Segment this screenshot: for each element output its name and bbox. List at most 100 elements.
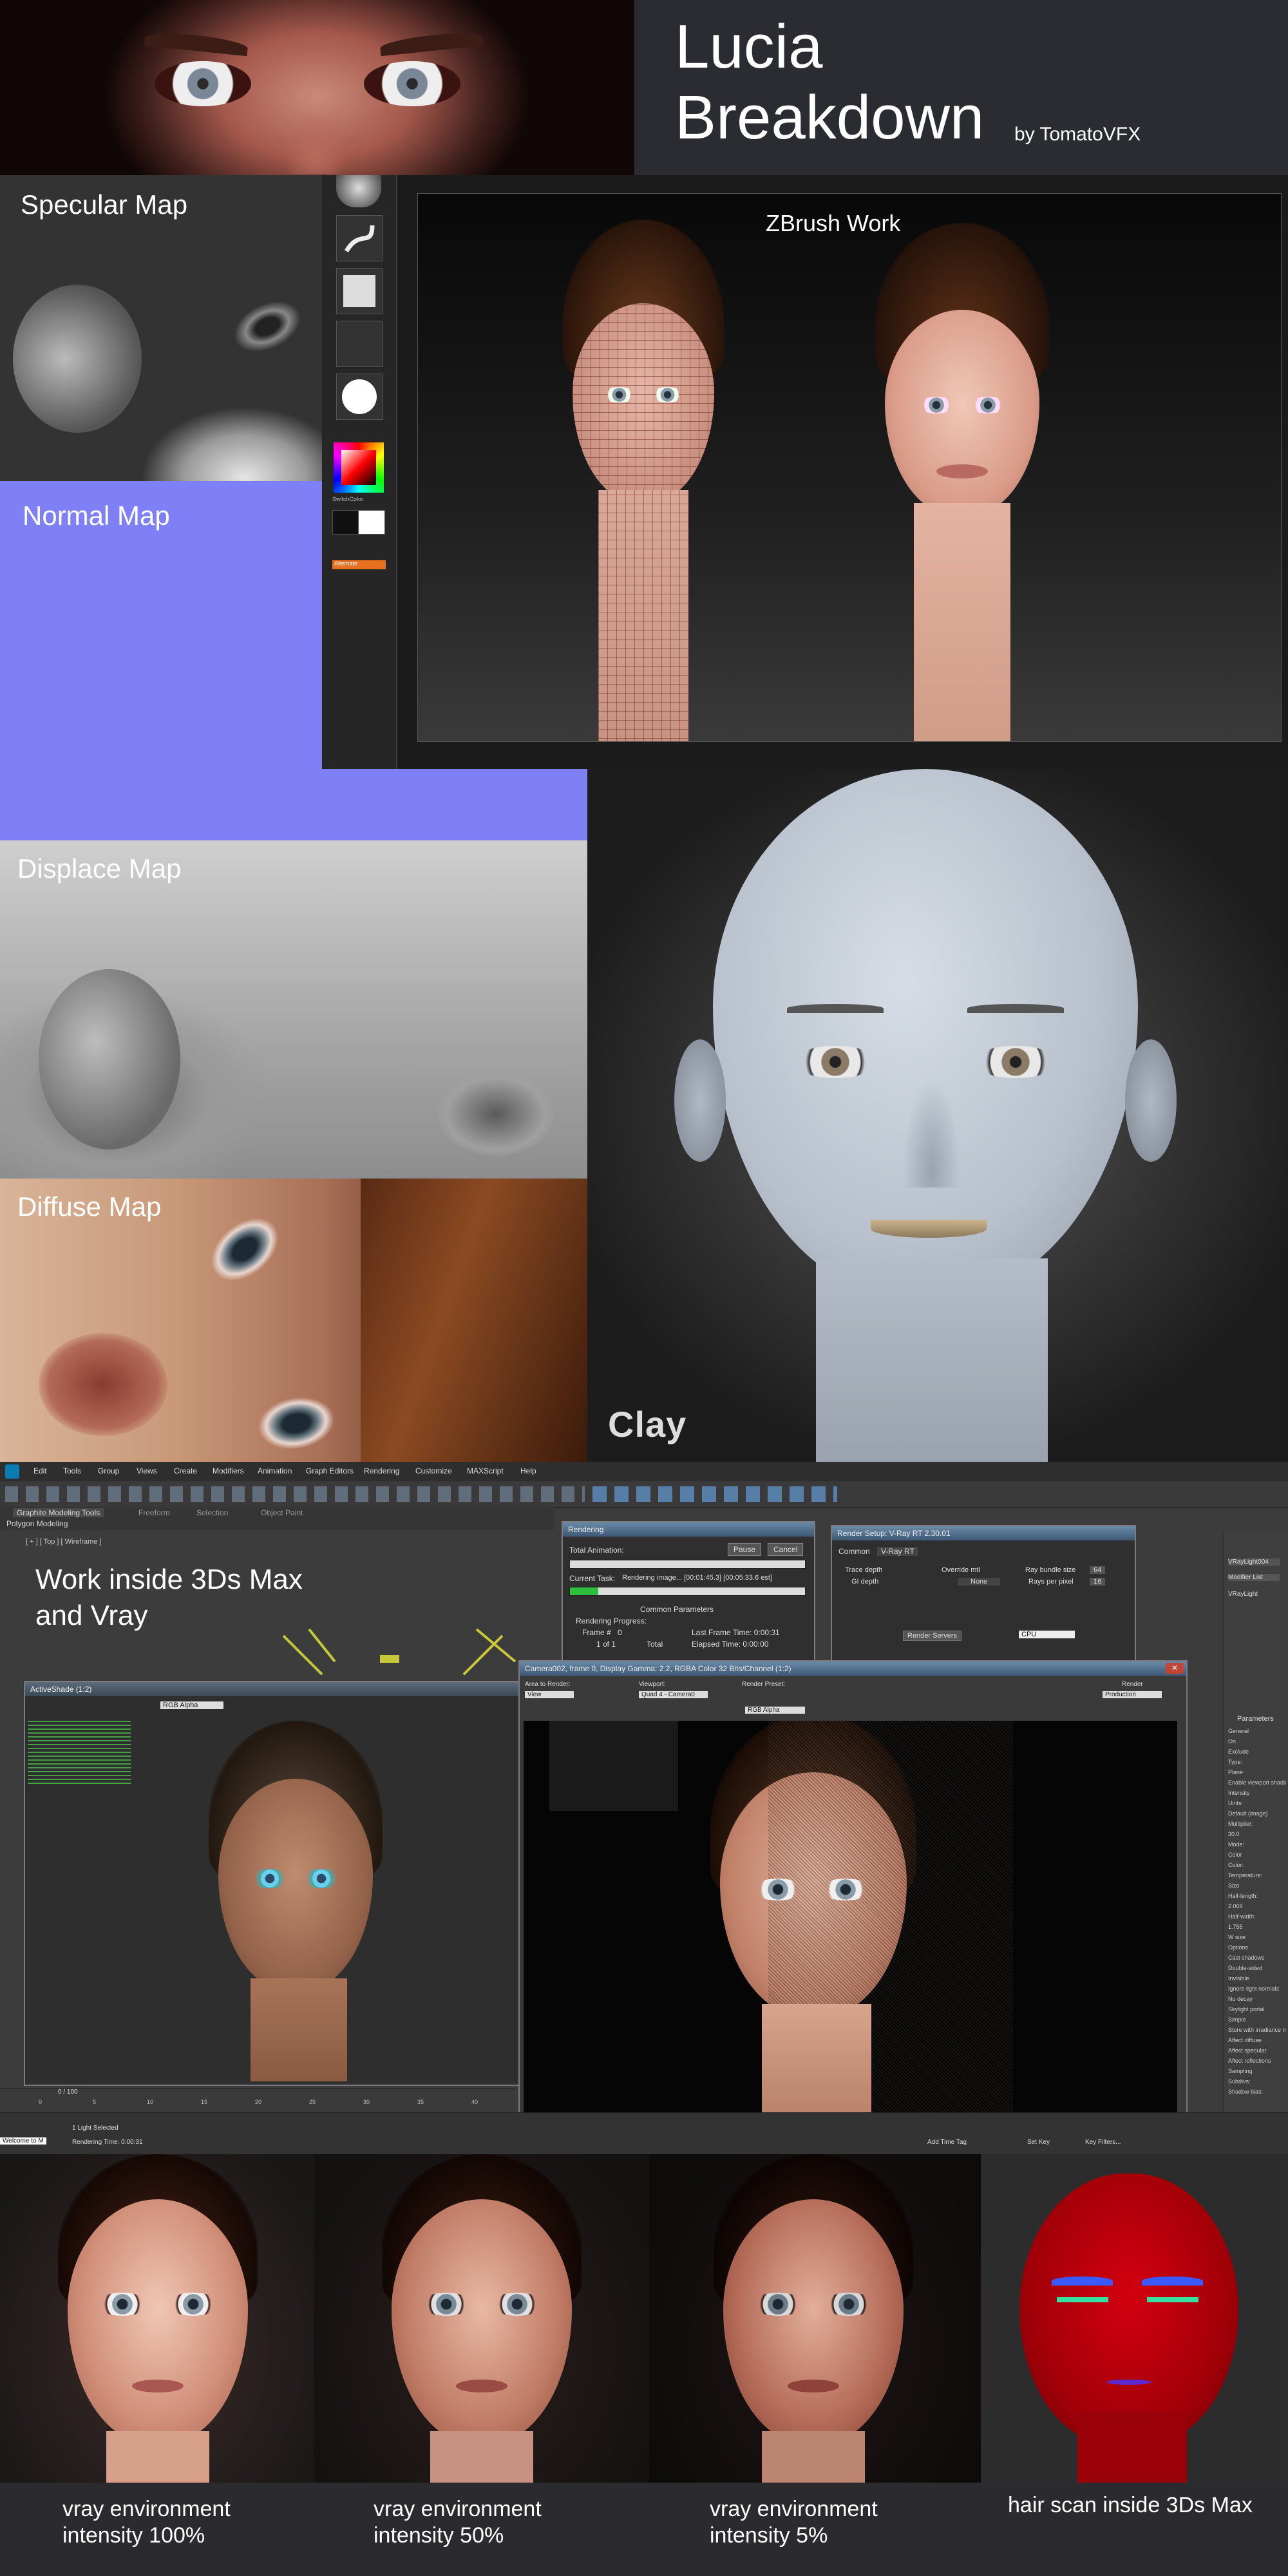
- param-item[interactable]: Color: [1228, 1850, 1286, 1860]
- color-picker[interactable]: [334, 442, 384, 493]
- menu-animation[interactable]: Animation: [258, 1466, 292, 1475]
- param-item[interactable]: Affect specular: [1228, 2045, 1286, 2056]
- param-item[interactable]: Affect reflections: [1228, 2056, 1286, 2066]
- param-item[interactable]: Options: [1228, 1942, 1286, 1953]
- stroke-icon[interactable]: [336, 215, 383, 261]
- ribbon-polygon-modeling[interactable]: Polygon Modeling: [6, 1519, 68, 1528]
- render-canvas[interactable]: [524, 1721, 1177, 2115]
- param-item[interactable]: Store with irradiance map: [1228, 2025, 1286, 2035]
- param-item[interactable]: Mode:: [1228, 1839, 1286, 1850]
- param-item[interactable]: Ignore light normals: [1228, 1984, 1286, 1994]
- menu-group[interactable]: Group: [98, 1466, 119, 1475]
- material-icon[interactable]: [336, 374, 383, 420]
- param-item[interactable]: Plane: [1228, 1767, 1286, 1777]
- param-item[interactable]: 1.755: [1228, 1922, 1286, 1932]
- fb-channel-dropdown[interactable]: RGB Alpha: [745, 1707, 806, 1714]
- menu-create[interactable]: Create: [174, 1466, 197, 1475]
- parameters-header[interactable]: Parameters: [1237, 1715, 1274, 1723]
- menu-rendering[interactable]: Rendering: [364, 1466, 399, 1475]
- pause-button[interactable]: Pause: [728, 1543, 762, 1556]
- cancel-button[interactable]: Cancel: [768, 1543, 804, 1556]
- timeline-ticks: 0 5 10 15 20 25 30 35 40: [0, 2098, 515, 2110]
- menu-tools[interactable]: Tools: [63, 1466, 81, 1475]
- param-item[interactable]: Intensity: [1228, 1788, 1286, 1798]
- scan-mouth: [1106, 2380, 1151, 2385]
- param-item[interactable]: Half-width:: [1228, 1911, 1286, 1922]
- ribbon-tab-freeform[interactable]: Freeform: [138, 1508, 170, 1517]
- menu-help[interactable]: Help: [520, 1466, 536, 1475]
- param-item[interactable]: Multiplier:: [1228, 1819, 1286, 1829]
- activeshade-channel-dropdown[interactable]: RGB Alpha: [160, 1701, 224, 1709]
- activeshade-neck: [251, 1978, 347, 2081]
- alpha-icon[interactable]: [336, 268, 383, 314]
- viewport-dropdown[interactable]: Quad 4 - Camera0: [639, 1691, 708, 1698]
- rays-pixel-value[interactable]: 16: [1090, 1578, 1106, 1586]
- modifier-list-dropdown[interactable]: Modifier List: [1228, 1574, 1280, 1581]
- param-item[interactable]: General: [1228, 1726, 1286, 1736]
- param-item[interactable]: Cast shadows: [1228, 1953, 1286, 1963]
- param-item[interactable]: Shadow bias:: [1228, 2087, 1286, 2097]
- render-servers-button[interactable]: Render Servers: [903, 1631, 962, 1641]
- override-mtl-none[interactable]: None: [958, 1578, 1001, 1586]
- param-item[interactable]: 30.0: [1228, 1829, 1286, 1839]
- add-time-tag[interactable]: Add Time Tag: [927, 2139, 967, 2146]
- frame-buffer-close-icon[interactable]: ✕: [1166, 1663, 1184, 1674]
- menu-views[interactable]: Views: [137, 1466, 157, 1475]
- param-item[interactable]: Default (image): [1228, 1808, 1286, 1819]
- timeline[interactable]: 0 / 100 0 5 10 15 20 25 30 35 40: [0, 2088, 515, 2113]
- param-item[interactable]: Sampling: [1228, 2066, 1286, 2076]
- param-item[interactable]: Color:: [1228, 1860, 1286, 1870]
- engine-type-value[interactable]: CPU: [1019, 1631, 1075, 1638]
- texture-icon[interactable]: [336, 321, 383, 367]
- override-mtl-checkbox[interactable]: Override mtl: [942, 1566, 980, 1574]
- param-item[interactable]: Type:: [1228, 1757, 1286, 1767]
- param-item[interactable]: Enable viewport shading: [1228, 1777, 1286, 1788]
- diffuse-hair: [361, 1179, 587, 1462]
- zbrush-viewport[interactable]: ZBrush Work: [417, 193, 1282, 742]
- vraylight-stack-item[interactable]: VRayLight: [1228, 1591, 1258, 1598]
- setup-tab-vray-rt[interactable]: V-Ray RT: [877, 1547, 918, 1556]
- toolbar-icon-strip-2[interactable]: [592, 1486, 837, 1502]
- param-item[interactable]: W size: [1228, 1932, 1286, 1942]
- secondary-swatch[interactable]: [358, 510, 385, 535]
- param-item[interactable]: Half-length:: [1228, 1891, 1286, 1901]
- ribbon-tab-object-paint[interactable]: Object Paint: [261, 1508, 303, 1517]
- param-item[interactable]: Skylight portal: [1228, 2004, 1286, 2014]
- menu-graph-editors[interactable]: Graph Editors: [306, 1466, 354, 1475]
- max-app-icon[interactable]: [5, 1464, 19, 1479]
- maxscript-listener[interactable]: Welcome to M: [0, 2137, 46, 2145]
- viewport-label[interactable]: [ + ] [ Top ] [ Wireframe ]: [26, 1538, 101, 1546]
- param-item[interactable]: Exclude: [1228, 1747, 1286, 1757]
- scan-lash-left: [1057, 2297, 1108, 2302]
- object-name-field[interactable]: VRayLight004: [1228, 1558, 1280, 1566]
- area-to-render-dropdown[interactable]: View: [525, 1691, 574, 1698]
- param-item[interactable]: Double-sided: [1228, 1963, 1286, 1973]
- render-button[interactable]: Render: [1122, 1681, 1143, 1688]
- param-item[interactable]: Simple: [1228, 2014, 1286, 2025]
- production-dropdown[interactable]: Production: [1103, 1691, 1162, 1698]
- brush-icon[interactable]: [336, 175, 381, 207]
- alternate-button[interactable]: Alternate: [332, 560, 386, 569]
- menu-customize[interactable]: Customize: [415, 1466, 452, 1475]
- ribbon-tab-selection[interactable]: Selection: [196, 1508, 228, 1517]
- param-item[interactable]: Units:: [1228, 1798, 1286, 1808]
- set-key-button[interactable]: Set Key: [1027, 2139, 1050, 2146]
- param-item[interactable]: Subdivs:: [1228, 2076, 1286, 2087]
- menu-maxscript[interactable]: MAXScript: [467, 1466, 504, 1475]
- param-item[interactable]: 2.069: [1228, 1901, 1286, 1911]
- toolbar-icon-strip[interactable]: [5, 1486, 585, 1502]
- ray-bundle-value[interactable]: 64: [1090, 1566, 1106, 1574]
- param-item[interactable]: Temperature:: [1228, 1870, 1286, 1880]
- menu-edit[interactable]: Edit: [33, 1466, 47, 1475]
- param-item[interactable]: Invisible: [1228, 1973, 1286, 1984]
- ribbon-tab-graphite[interactable]: Graphite Modeling Tools: [13, 1508, 104, 1517]
- param-item[interactable]: Affect diffuse: [1228, 2035, 1286, 2045]
- param-item[interactable]: No decay: [1228, 1994, 1286, 2004]
- param-item[interactable]: On: [1228, 1736, 1286, 1747]
- common-params-header[interactable]: Common Parameters: [640, 1605, 714, 1614]
- primary-swatch[interactable]: [332, 510, 359, 535]
- key-filters-button[interactable]: Key Filters...: [1085, 2139, 1121, 2146]
- setup-tab-common[interactable]: Common: [838, 1547, 870, 1556]
- menu-modifiers[interactable]: Modifiers: [213, 1466, 244, 1475]
- param-item[interactable]: Size: [1228, 1880, 1286, 1891]
